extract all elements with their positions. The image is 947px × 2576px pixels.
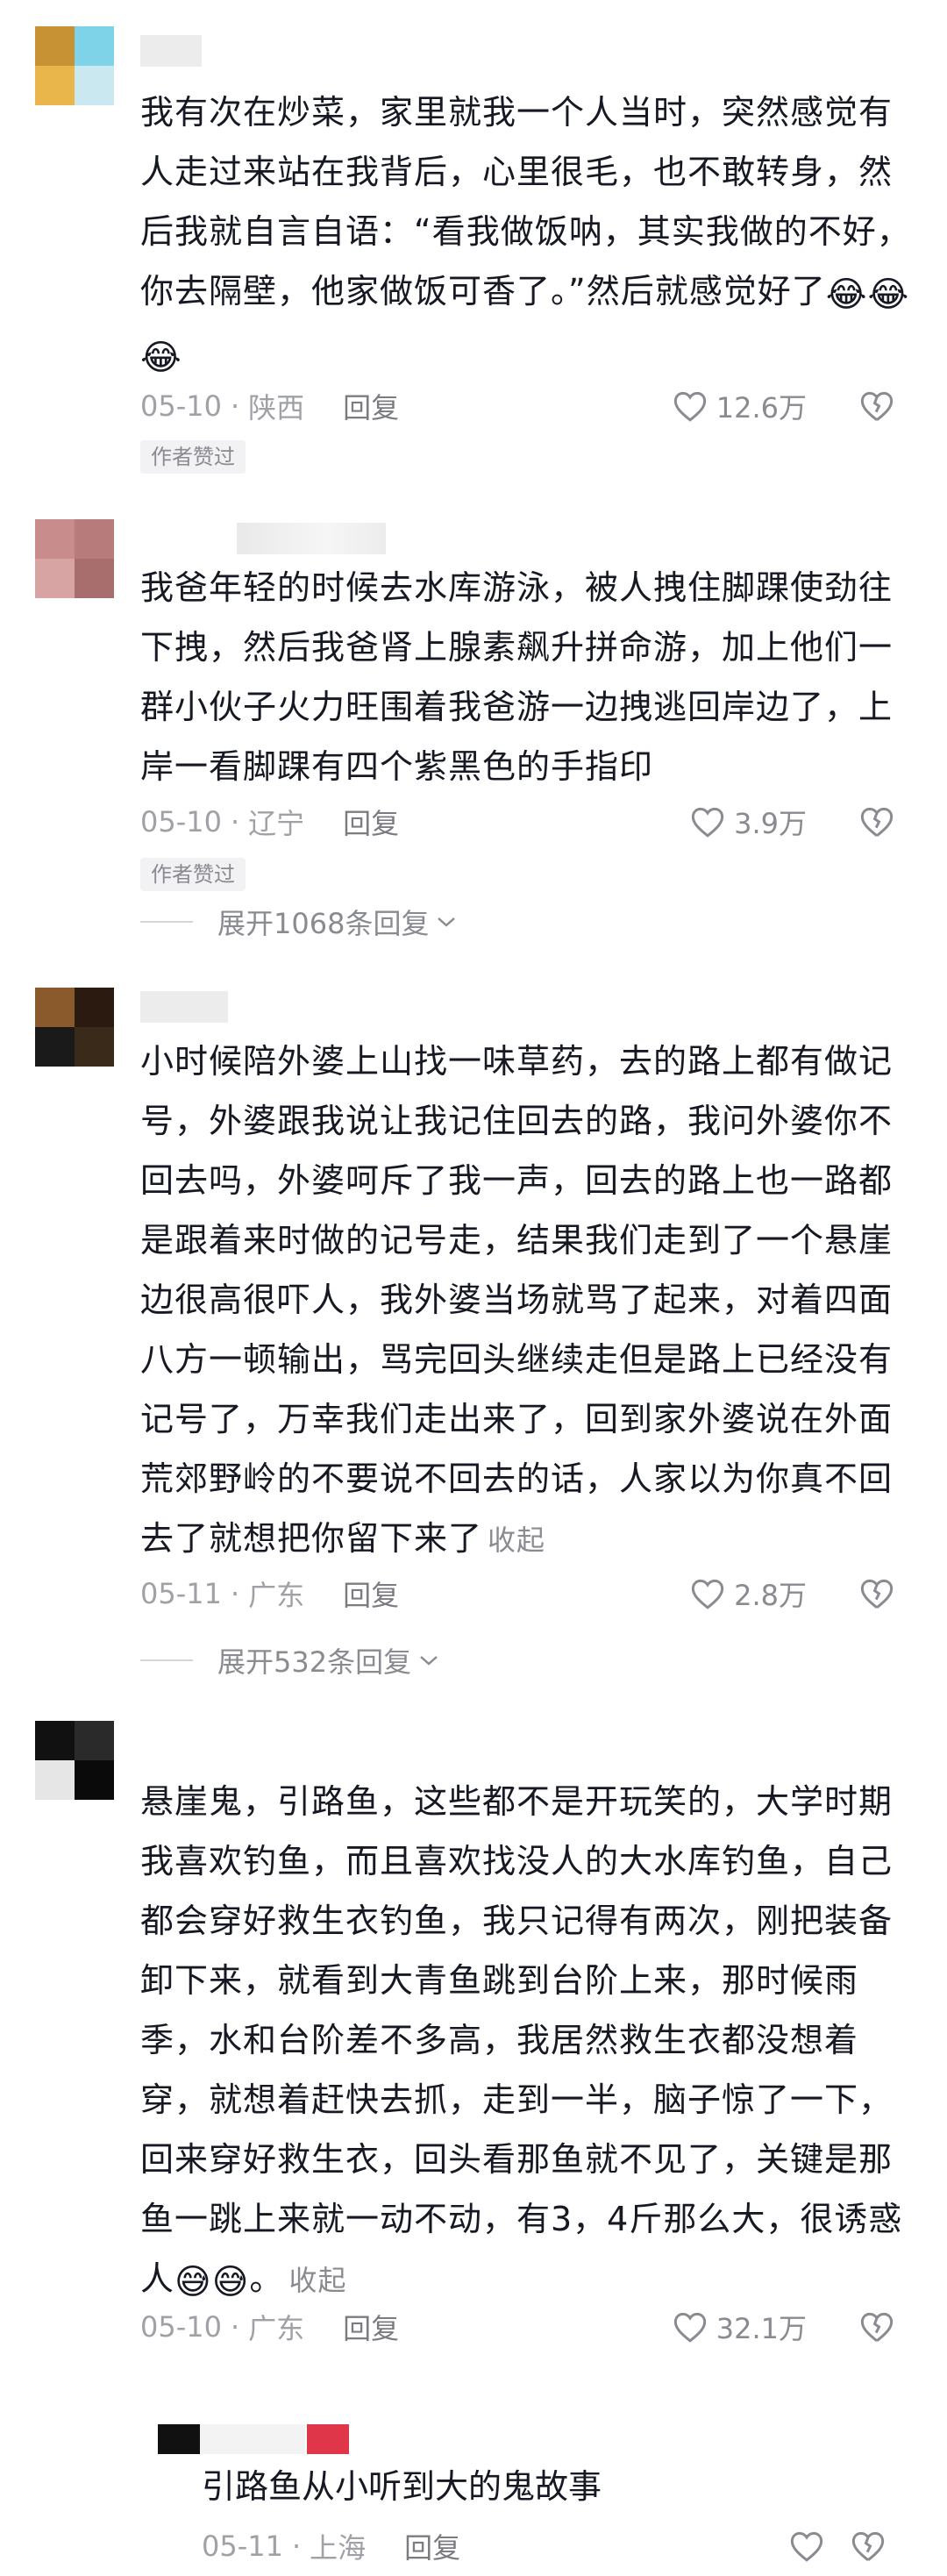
reply-button[interactable]: 回复 [404, 2526, 460, 2566]
avatar-block [35, 988, 75, 1027]
comment-meta: 05-10 · 陕西 回复 12.6万 [140, 384, 912, 428]
collapse-button[interactable]: 收起 [488, 1523, 545, 1557]
nickname-blurred[interactable] [140, 991, 228, 1023]
heart-icon [673, 2312, 706, 2343]
avatar-block [75, 66, 114, 105]
avatar-block [35, 519, 75, 559]
dislike-icon[interactable] [859, 805, 894, 838]
avatar[interactable] [35, 26, 114, 105]
comment-region: 陕西 [248, 391, 305, 425]
emoji: 😂 [140, 338, 182, 378]
comment-meta: 05-10 · 辽宁 回复 3.9万 [140, 800, 912, 844]
reply-button[interactable]: 回复 [343, 386, 399, 426]
emoji: 😂 [867, 275, 910, 315]
comment-date: 05-11 [140, 1577, 222, 1610]
dislike-icon[interactable] [851, 2530, 886, 2563]
emoji: 😂 [825, 275, 868, 315]
avatar-block [75, 988, 114, 1027]
comment-text-content: 悬崖鬼，引路鱼，这些都不是开玩笑的，大学时期我喜欢钓鱼，而且喜欢找没人的大水库钓… [140, 1782, 903, 2298]
heart-icon [673, 391, 706, 422]
comment-text: 我爸年轻的时候去水库游泳，被人拽住脚踝使劲往下拽，然后我爸肾上腺素飙升拼命游，加… [140, 568, 894, 786]
comment-text-content: 我有次在炒菜，家里就我一个人当时，突然感觉有人走过来站在我背后，心里很毛，也不敢… [140, 93, 911, 310]
expand-replies-label: 展开1068条回复 [217, 907, 430, 940]
separator-dot: · [230, 389, 240, 423]
dislike-icon[interactable] [859, 1577, 894, 1610]
like-button[interactable]: 2.8万 [690, 1573, 807, 1614]
comment-text-content: 小时候陪外婆上山找一味草药，去的路上都有做记号，外婆跟我说让我记住回去的路，我问… [140, 1042, 894, 1558]
emoji: 😅 [174, 2262, 212, 2302]
avatar-block [75, 519, 114, 559]
avatar-block [35, 1721, 75, 1760]
divider-line [140, 1659, 193, 1661]
like-count: 32.1万 [716, 2312, 807, 2345]
like-button[interactable]: 3.9万 [690, 802, 807, 842]
reply-button[interactable]: 回复 [343, 2307, 399, 2347]
sub-reply-meta: 05-11 · 上海 回复 [202, 2524, 903, 2568]
like-count: 3.9万 [734, 807, 807, 840]
avatar-block [35, 559, 75, 598]
reply-button[interactable]: 回复 [343, 1573, 399, 1614]
sub-reply-badge [307, 2424, 349, 2454]
emoji: 😅 [211, 2262, 250, 2302]
nickname-blurred[interactable] [237, 523, 386, 554]
sub-reply-avatar[interactable] [158, 2424, 200, 2454]
separator-dot: · [230, 1577, 240, 1610]
separator-dot: · [230, 805, 240, 838]
comment-date: 05-11 [202, 2530, 283, 2563]
like-button[interactable]: 12.6万 [673, 386, 807, 426]
collapse-button[interactable]: 收起 [288, 2264, 346, 2297]
avatar-block [35, 66, 75, 105]
like-count: 2.8万 [734, 1579, 807, 1612]
comment-text: 小时候陪外婆上山找一味草药，去的路上都有做记号，外婆跟我说让我记住回去的路，我问… [140, 1031, 912, 1570]
avatar-block [35, 26, 75, 66]
comment-text: 悬崖鬼，引路鱼，这些都不是开玩笑的，大学时期我喜欢钓鱼，而且喜欢找没人的大水库钓… [140, 1772, 912, 2312]
avatar-block [75, 26, 114, 66]
expand-replies-label: 展开532条回复 [217, 1645, 412, 1679]
comment-region: 辽宁 [248, 807, 305, 840]
like-button[interactable] [789, 2530, 833, 2563]
avatar[interactable] [35, 519, 114, 598]
avatar-block [75, 1760, 114, 1800]
sub-reply-text: 引路鱼从小听到大的鬼故事 [202, 2467, 602, 2506]
author-liked-tag: 作者赞过 [140, 440, 246, 474]
heart-icon [790, 2531, 823, 2562]
nickname-blurred[interactable] [140, 35, 202, 67]
chevron-down-icon [420, 1656, 438, 1666]
divider-line [140, 921, 193, 923]
avatar-block [75, 559, 114, 598]
dislike-icon[interactable] [859, 2310, 894, 2344]
author-liked-tag: 作者赞过 [140, 858, 246, 891]
avatar[interactable] [35, 988, 114, 1067]
expand-replies-button[interactable]: 展开532条回复 [140, 1638, 441, 1682]
comment-text: 我有次在炒菜，家里就我一个人当时，突然感觉有人走过来站在我背后，心里很毛，也不敢… [140, 82, 912, 388]
expand-replies-button[interactable]: 展开1068条回复 [140, 900, 459, 944]
comment-date: 05-10 [140, 2310, 222, 2344]
nickname-blurred[interactable] [200, 2424, 305, 2454]
comment-text-tail: 。 [249, 2259, 284, 2298]
chevron-down-icon [438, 917, 456, 927]
avatar-block [35, 1027, 75, 1067]
reply-button[interactable]: 回复 [343, 802, 399, 842]
comment-date: 05-10 [140, 805, 222, 838]
comment-meta: 05-11 · 广东 回复 2.8万 [140, 1572, 912, 1616]
separator-dot: · [230, 2310, 240, 2344]
heart-icon [691, 807, 724, 838]
comment-date: 05-10 [140, 389, 222, 423]
avatar-block [75, 1721, 114, 1760]
like-button[interactable]: 32.1万 [673, 2307, 807, 2347]
comment-region: 广东 [248, 2312, 305, 2345]
avatar-block [75, 1027, 114, 1067]
like-count: 12.6万 [716, 391, 807, 425]
comment-region: 广东 [248, 1579, 305, 1612]
avatar-block [35, 1760, 75, 1800]
avatar[interactable] [35, 1721, 114, 1800]
comment-region: 上海 [310, 2531, 367, 2565]
separator-dot: · [291, 2530, 302, 2563]
dislike-icon[interactable] [859, 389, 894, 423]
comment-meta: 05-10 · 广东 回复 32.1万 [140, 2305, 912, 2349]
heart-icon [691, 1579, 724, 1609]
